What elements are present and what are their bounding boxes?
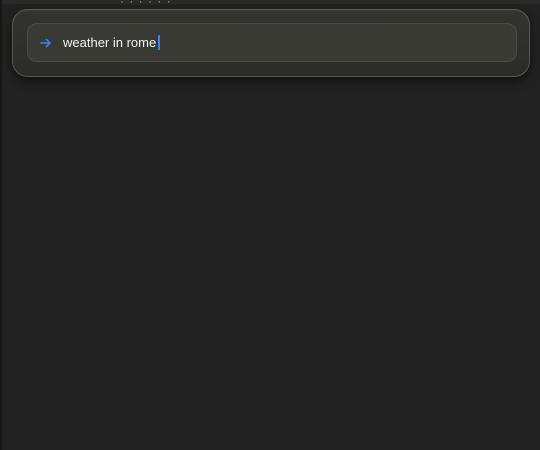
- arrow-right-icon: [39, 36, 53, 50]
- omnibox-query-text: weather in rome: [63, 35, 157, 50]
- text-caret: [158, 35, 161, 50]
- app-window: · · · · · · weather in rome: [0, 0, 540, 450]
- cut-off-heading: · · · · · ·: [120, 0, 172, 8]
- omnibox-input[interactable]: weather in rome: [27, 23, 517, 62]
- left-edge: [0, 0, 2, 450]
- omnibox-panel: weather in rome: [12, 9, 530, 77]
- top-strip: [0, 0, 540, 4]
